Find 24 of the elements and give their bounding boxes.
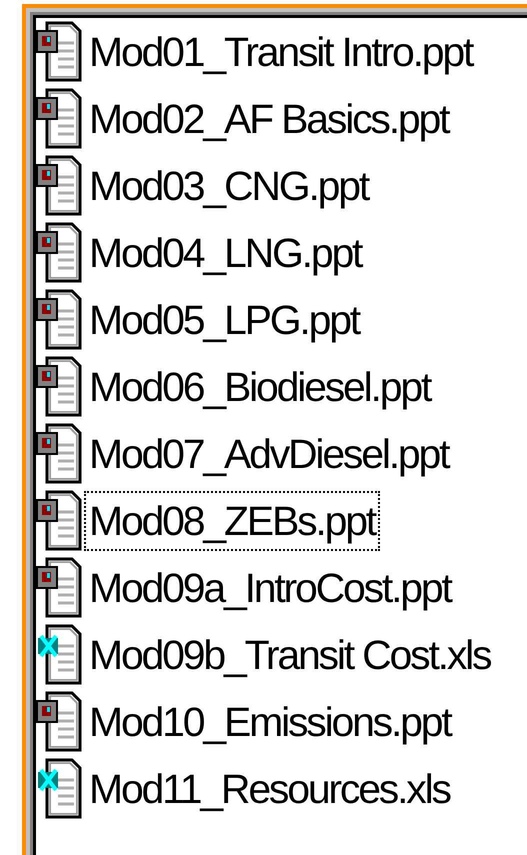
file-icon (36, 758, 82, 820)
file-icon (36, 154, 82, 216)
file-name[interactable]: Mod05_LPG.ppt (86, 292, 362, 348)
file-name[interactable]: Mod09b_Transit Cost.xls (86, 626, 494, 682)
file-icon (36, 288, 82, 350)
file-name[interactable]: Mod08_ZEBs.ppt (86, 492, 378, 548)
file-name[interactable]: Mod01_Transit Intro.ppt (86, 24, 476, 80)
file-name[interactable]: Mod06_Biodiesel.ppt (86, 358, 434, 414)
file-icon (36, 422, 82, 484)
file-name[interactable]: Mod07_AdvDiesel.ppt (86, 426, 452, 482)
file-icon (36, 690, 82, 752)
file-icon (36, 88, 82, 150)
file-name[interactable]: Mod02_AF Basics.ppt (86, 90, 452, 146)
file-name[interactable]: Mod10_Emissions.ppt (86, 694, 454, 750)
file-name[interactable]: Mod04_LNG.ppt (86, 224, 364, 280)
file-icon (36, 222, 82, 284)
file-icon (36, 356, 82, 418)
file-icon (36, 20, 82, 82)
file-icon (36, 490, 82, 552)
file-name[interactable]: Mod11_Resources.xls (86, 760, 453, 816)
file-icon (36, 624, 82, 686)
file-icon (36, 556, 82, 618)
file-name[interactable]: Mod03_CNG.ppt (86, 158, 372, 214)
file-name[interactable]: Mod09a_IntroCost.ppt (86, 560, 454, 616)
